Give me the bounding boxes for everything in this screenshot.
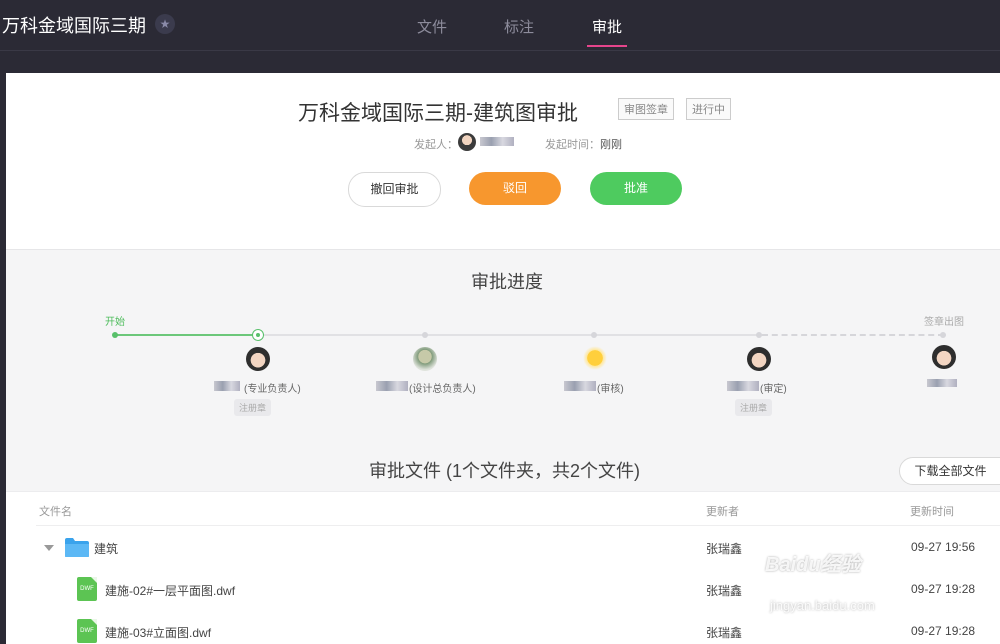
files-title: 审批文件 (1个文件夹，共2个文件): [369, 461, 641, 481]
header-divider: [36, 525, 1000, 526]
time-label: 发起时间：刚刚: [545, 139, 622, 151]
avatar: [246, 347, 270, 371]
column-header-updater: 更新者: [706, 506, 739, 518]
progress-title: 审批进度: [471, 272, 543, 292]
step-role: (专业负责人): [244, 384, 301, 395]
step-dot: [591, 332, 597, 338]
step-role: (审定): [760, 384, 787, 395]
watermark: Baidu经验: [765, 554, 861, 576]
name-redacted: [727, 381, 759, 391]
active-tab-indicator: [587, 45, 627, 47]
folder-icon: [65, 538, 89, 557]
name-redacted: [376, 381, 408, 391]
approval-header: 万科金域国际三期-建筑图审批 审图签章 进行中 发起人： 发起时间：刚刚 撤回审…: [6, 73, 1000, 250]
watermark-url: jingyan.baidu.com: [770, 598, 875, 613]
initiator-name-redacted: [480, 137, 514, 146]
start-dot: [112, 332, 118, 338]
tab-approval[interactable]: 审批: [592, 16, 622, 37]
name-redacted: [214, 381, 240, 391]
step-role: (设计总负责人): [409, 384, 476, 395]
file-time: 09-27 19:28: [911, 582, 976, 596]
tag-stamp: 审图签章: [618, 98, 674, 120]
column-header-name: 文件名: [39, 506, 72, 518]
avatar: [747, 347, 771, 371]
registration-stamp-button[interactable]: 注册章: [234, 399, 272, 416]
file-time: 09-27 19:56: [911, 540, 976, 554]
step-role: (审核): [597, 384, 624, 395]
chevron-down-icon[interactable]: [44, 545, 54, 551]
avatar: [932, 345, 956, 369]
file-time: 09-27 19:28: [911, 624, 976, 638]
start-label: 开始: [105, 317, 125, 328]
initiator-label: 发起人：: [414, 139, 458, 151]
end-dot: [940, 332, 946, 338]
time-value: 刚刚: [600, 139, 622, 151]
file-updater: 张瑞鑫: [706, 542, 743, 556]
project-title: 万科金域国际三期: [2, 16, 146, 36]
dwf-file-icon: DWF: [77, 577, 97, 601]
status-badge: 进行中: [686, 98, 731, 120]
progress-line-final: [762, 334, 944, 336]
approve-button[interactable]: 批准: [590, 172, 682, 205]
tab-annotations[interactable]: 标注: [504, 16, 534, 37]
withdraw-button[interactable]: 撤回审批: [348, 172, 441, 207]
progress-line-done: [114, 334, 258, 336]
top-bar: 万科金域国际三期 ★ 文件 标注 审批: [0, 0, 1000, 50]
file-updater: 张瑞鑫: [706, 626, 743, 640]
file-name[interactable]: 建施-02#一层平面图.dwf: [105, 582, 235, 599]
end-label: 签章出图: [924, 317, 964, 328]
star-icon[interactable]: ★: [155, 14, 175, 34]
file-name[interactable]: 建筑: [94, 540, 118, 557]
file-updater: 张瑞鑫: [706, 584, 743, 598]
file-name[interactable]: 建施-03#立面图.dwf: [105, 624, 211, 641]
dwf-file-icon: DWF: [77, 619, 97, 643]
registration-stamp-button[interactable]: 注册章: [735, 399, 773, 416]
tab-files[interactable]: 文件: [417, 16, 447, 37]
avatar: [413, 347, 437, 371]
step-dot: [422, 332, 428, 338]
column-header-updated: 更新时间: [910, 506, 954, 518]
avatar: [583, 346, 607, 370]
approval-title: 万科金域国际三期-建筑图审批: [298, 102, 578, 125]
reject-button[interactable]: 驳回: [469, 172, 561, 205]
download-all-button[interactable]: 下载全部文件: [899, 457, 1000, 485]
name-redacted: [564, 381, 596, 391]
name-redacted: [927, 379, 957, 387]
step-dot: [756, 332, 762, 338]
avatar: [458, 133, 476, 151]
progress-line-pending: [262, 334, 762, 336]
current-step-marker: [252, 329, 264, 341]
header-divider: [0, 50, 1000, 51]
